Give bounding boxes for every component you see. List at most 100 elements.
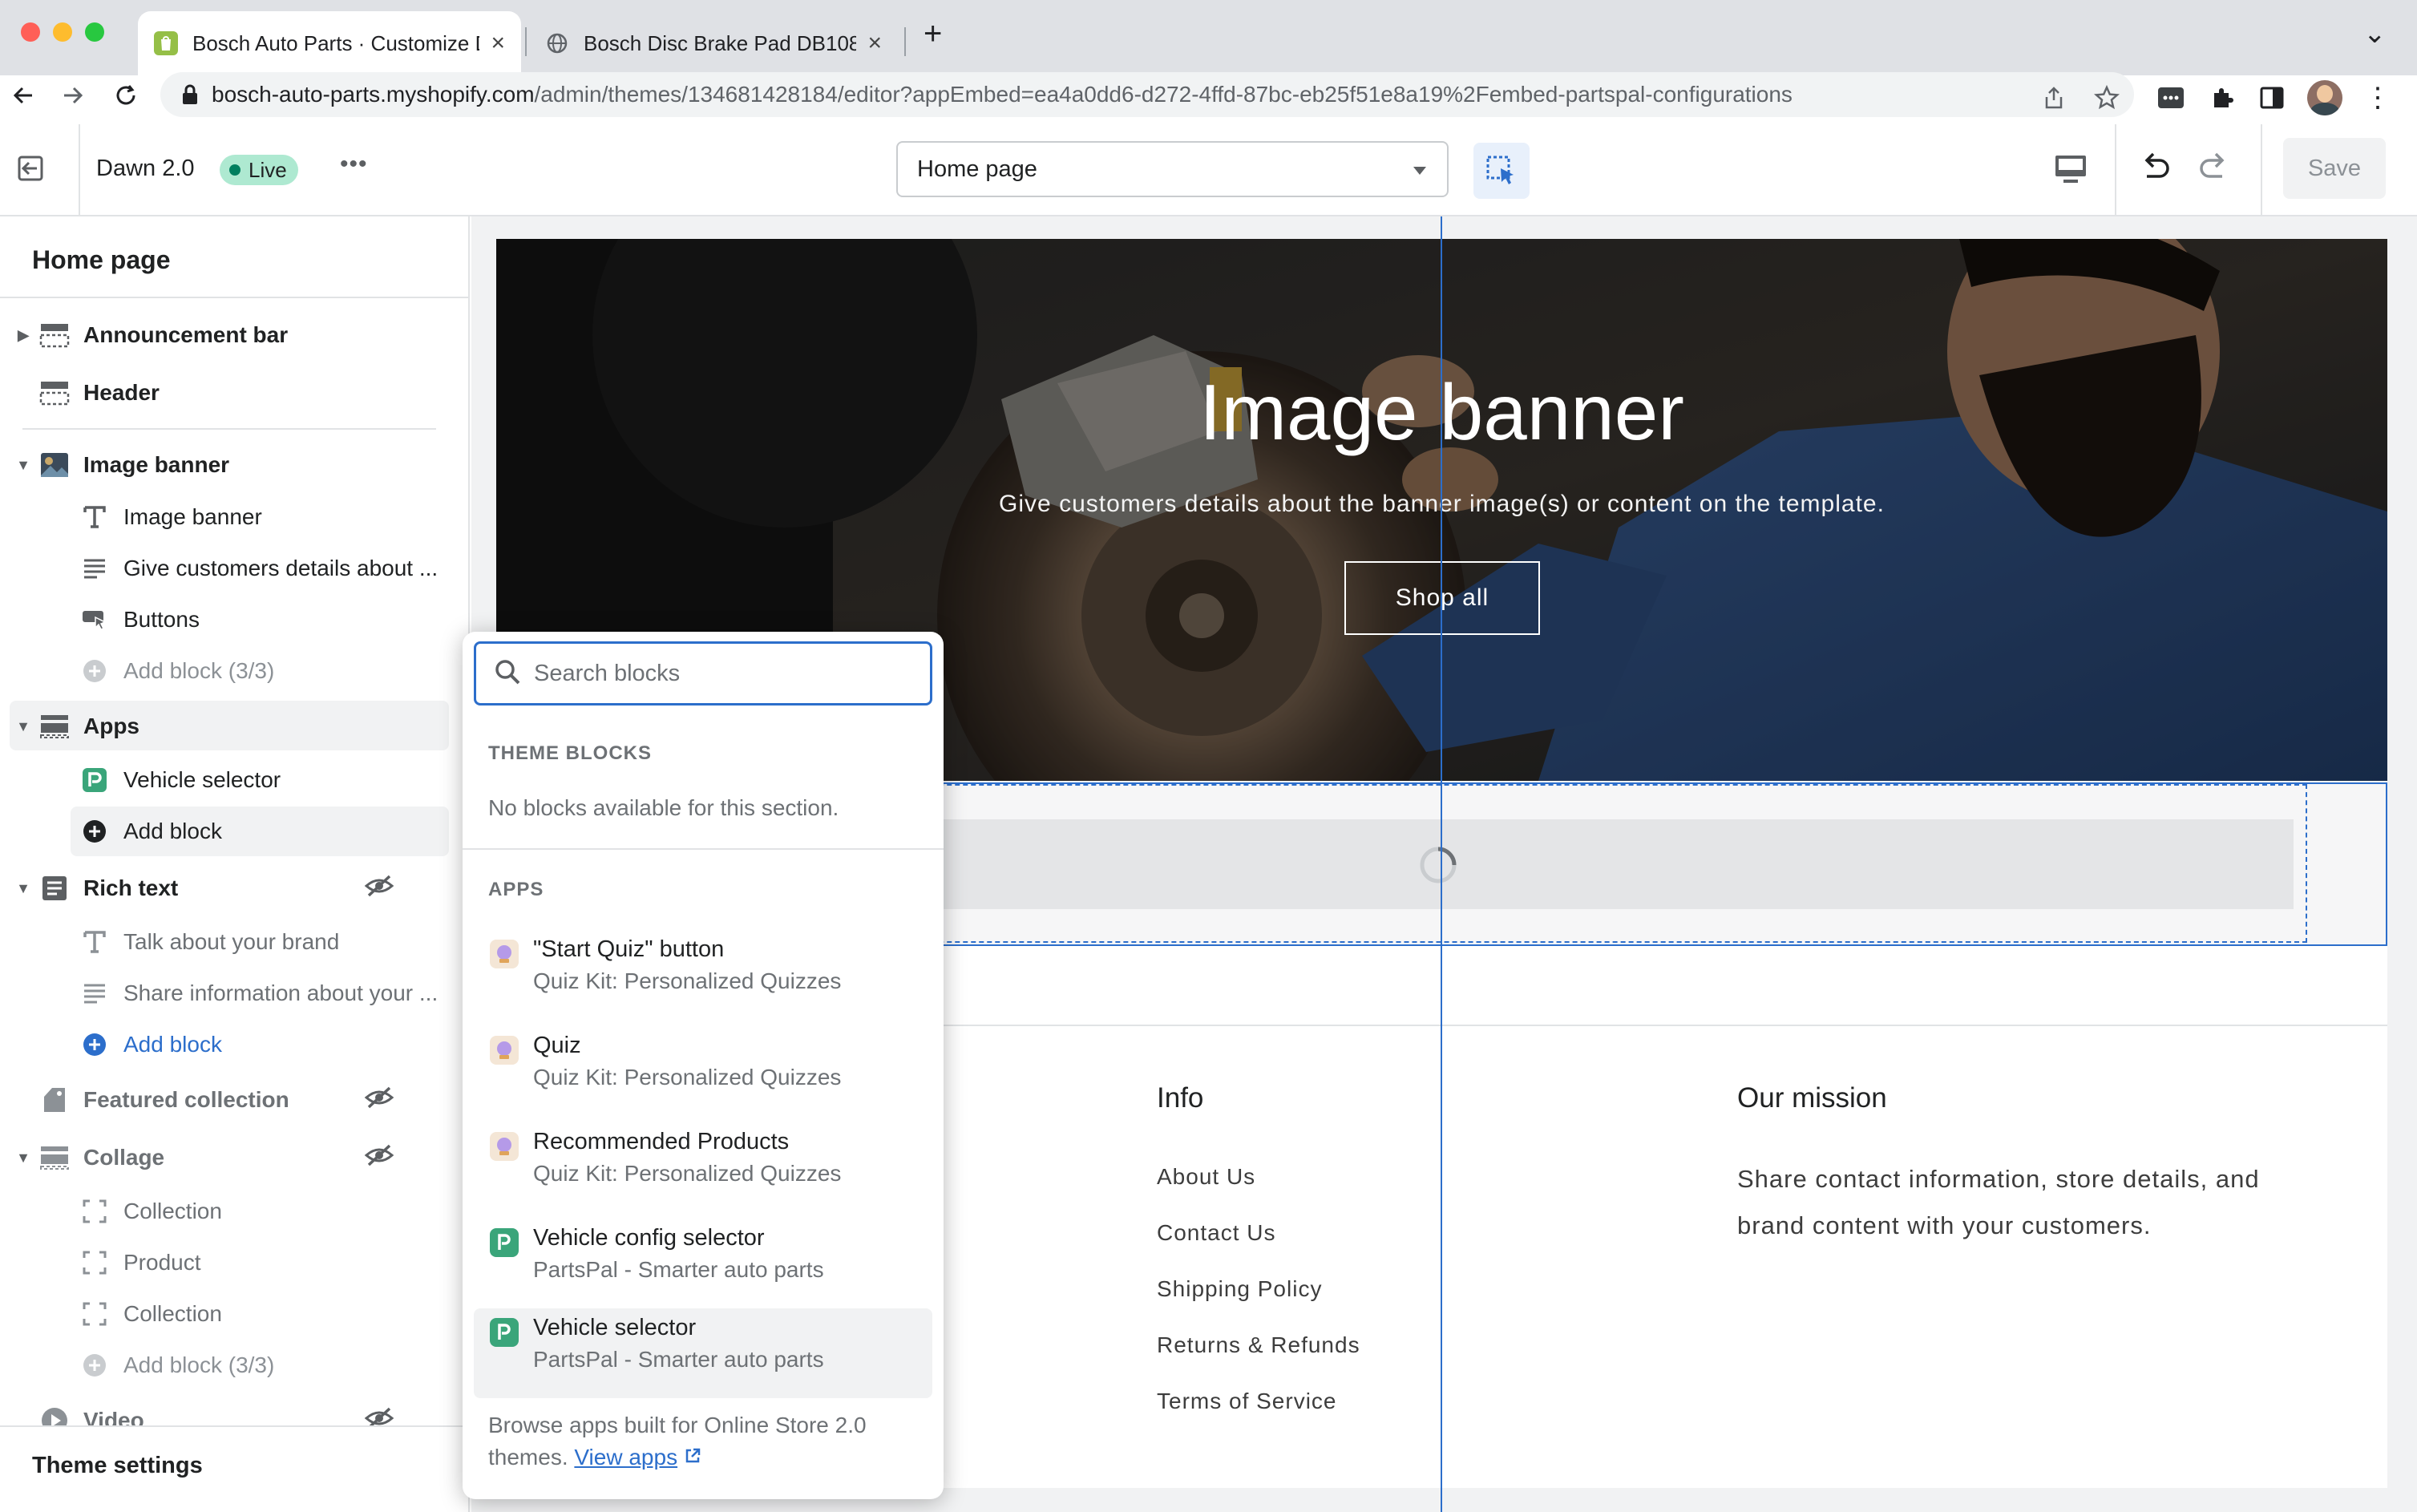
extensions-puzzle-icon[interactable]: [2205, 80, 2240, 115]
text-heading-icon: [79, 928, 111, 956]
footer-link-contact[interactable]: Contact Us: [1157, 1220, 1276, 1246]
caret-down-icon[interactable]: ▼: [16, 718, 30, 735]
caret-down-icon[interactable]: ▼: [16, 1150, 30, 1166]
sidebar-item-label: Image banner: [83, 452, 230, 477]
exit-editor-icon[interactable]: [14, 152, 51, 186]
theme-settings-link[interactable]: Theme settings: [32, 1453, 203, 1479]
close-tab-icon[interactable]: ×: [867, 30, 882, 57]
sidebar-item-label: Collage: [83, 1145, 165, 1170]
page-selector-value: Home page: [917, 156, 1037, 182]
tab-shopify-editor[interactable]: Bosch Auto Parts · Customize Dawn 2.0 · …: [138, 11, 521, 75]
theme-name: Dawn 2.0: [96, 156, 195, 181]
shopify-favicon-icon: [154, 31, 178, 55]
lock-icon: [181, 84, 199, 105]
desktop-preview-icon[interactable]: [2052, 152, 2092, 188]
extension-password-icon[interactable]: [2153, 80, 2189, 115]
url-host: bosch-auto-parts.myshopify.com: [212, 82, 535, 107]
side-panel-icon[interactable]: [2254, 80, 2290, 115]
address-bar[interactable]: bosch-auto-parts.myshopify.com/admin/the…: [160, 72, 2134, 117]
sidebar-add-block-disabled: Add block (3/3): [0, 1345, 468, 1385]
caret-down-icon[interactable]: ▼: [16, 457, 30, 474]
maximize-window-button[interactable]: [85, 22, 104, 42]
sidebar-block-text[interactable]: Give customers details about ...: [0, 548, 468, 588]
collage-layout-icon: [38, 1144, 71, 1171]
browser-menu-icon[interactable]: ⋮: [2360, 80, 2395, 115]
sidebar-item-header[interactable]: ▶ Header: [0, 372, 468, 414]
topbar-divider: [2261, 124, 2262, 216]
app-block-title: Recommended Products: [533, 1129, 790, 1154]
sidebar-block-label: Give customers details about ...: [123, 556, 439, 580]
sidebar-block-text[interactable]: Share information about your ...: [0, 973, 468, 1013]
reload-button[interactable]: [106, 75, 146, 115]
sidebar-item-announcement-bar[interactable]: ▶ Announcement bar: [0, 314, 468, 356]
sidebar-item-apps[interactable]: ▼ Apps: [0, 705, 468, 747]
hidden-eye-icon[interactable]: [364, 1143, 394, 1173]
page-selector[interactable]: Home page: [896, 141, 1449, 197]
quiz-kit-app-icon: [490, 1132, 519, 1161]
sidebar-item-featured-collection[interactable]: ▶ Featured collection: [0, 1079, 468, 1121]
share-icon[interactable]: [2036, 80, 2071, 115]
new-tab-button[interactable]: +: [924, 16, 942, 52]
footer-link-about[interactable]: About Us: [1157, 1164, 1255, 1190]
sidebar-block-product[interactable]: Product: [0, 1243, 468, 1283]
hidden-eye-icon[interactable]: [364, 1085, 394, 1115]
search-blocks-field[interactable]: [474, 641, 932, 705]
undo-icon[interactable]: [2137, 151, 2177, 189]
app-block-vehicle-config-selector[interactable]: Vehicle config selector PartsPal - Smart…: [474, 1219, 932, 1308]
shop-all-button[interactable]: Shop all: [1344, 561, 1540, 635]
tab-search-chevron-icon[interactable]: ⌄: [2363, 18, 2387, 50]
app-block-recommended-products[interactable]: Recommended Products Quiz Kit: Personali…: [474, 1122, 932, 1212]
inspector-toggle-button[interactable]: [1473, 143, 1530, 199]
loading-spinner-icon: [1418, 845, 1458, 885]
footer-link-shipping[interactable]: Shipping Policy: [1157, 1276, 1322, 1302]
view-apps-link[interactable]: View apps: [574, 1445, 677, 1470]
sidebar-block-heading[interactable]: Talk about your brand: [0, 922, 468, 962]
sidebar-block-collection[interactable]: Collection: [0, 1294, 468, 1334]
sidebar-block-vehicle-selector[interactable]: Vehicle selector: [0, 760, 468, 800]
hidden-eye-icon[interactable]: [364, 874, 394, 904]
add-circle-icon: [79, 1031, 111, 1058]
sidebar-item-rich-text[interactable]: ▼ Rich text: [0, 867, 468, 909]
sidebar-item-image-banner[interactable]: ▼ Image banner: [0, 444, 468, 486]
redo-icon[interactable]: [2195, 151, 2235, 189]
app-block-title: Vehicle selector: [533, 1315, 697, 1340]
app-block-start-quiz-button[interactable]: "Start Quiz" button Quiz Kit: Personaliz…: [474, 930, 932, 1020]
profile-avatar[interactable]: [2307, 80, 2342, 115]
close-tab-icon[interactable]: ×: [491, 30, 505, 57]
button-block-icon: [79, 606, 111, 633]
app-block-vehicle-selector[interactable]: Vehicle selector PartsPal - Smarter auto…: [474, 1308, 932, 1398]
popover-divider: [463, 848, 944, 850]
caret-right-icon[interactable]: ▶: [16, 327, 30, 344]
footer-link-returns[interactable]: Returns & Refunds: [1157, 1332, 1360, 1358]
bookmark-star-icon[interactable]: [2089, 80, 2124, 115]
back-button[interactable]: [3, 75, 43, 115]
sidebar-block-label: Talk about your brand: [123, 929, 340, 954]
quiz-kit-app-icon: [490, 1036, 519, 1065]
frame-corners-icon: [79, 1300, 111, 1328]
sidebar-block-collection[interactable]: Collection: [0, 1191, 468, 1231]
tab-brake-pad[interactable]: Bosch Disc Brake Pad DB1085BS ×: [529, 11, 898, 75]
external-link-icon[interactable]: [684, 1445, 701, 1470]
app-block-quiz[interactable]: Quiz Quiz Kit: Personalized Quizzes: [474, 1026, 932, 1116]
sidebar-block-heading[interactable]: Image banner: [0, 497, 468, 537]
save-button[interactable]: Save: [2283, 138, 2386, 199]
globe-icon: [545, 31, 569, 55]
sidebar-block-label: Collection: [123, 1301, 222, 1326]
live-dot-icon: [229, 164, 240, 176]
sidebar-add-block-apps[interactable]: Add block: [0, 811, 468, 851]
search-blocks-input[interactable]: [534, 660, 930, 687]
sidebar-item-label: Header: [83, 380, 160, 405]
sidebar-item-collage[interactable]: ▼ Collage: [0, 1137, 468, 1178]
minimize-window-button[interactable]: [53, 22, 72, 42]
add-block-label: Add block (3/3): [123, 658, 275, 683]
forward-button[interactable]: [53, 75, 93, 115]
sidebar-block-label: Share information about your ...: [123, 980, 439, 1005]
sidebar-add-block-rich-text[interactable]: Add block: [0, 1025, 468, 1065]
select-element-icon: [1486, 156, 1514, 184]
close-window-button[interactable]: [21, 22, 40, 42]
caret-down-icon[interactable]: ▼: [16, 880, 30, 897]
sidebar-block-buttons[interactable]: Buttons: [0, 600, 468, 640]
tab-title: Bosch Auto Parts · Customize Dawn 2.0 · …: [192, 30, 479, 55]
more-actions-button[interactable]: •••: [340, 151, 368, 178]
footer-link-terms[interactable]: Terms of Service: [1157, 1389, 1337, 1414]
